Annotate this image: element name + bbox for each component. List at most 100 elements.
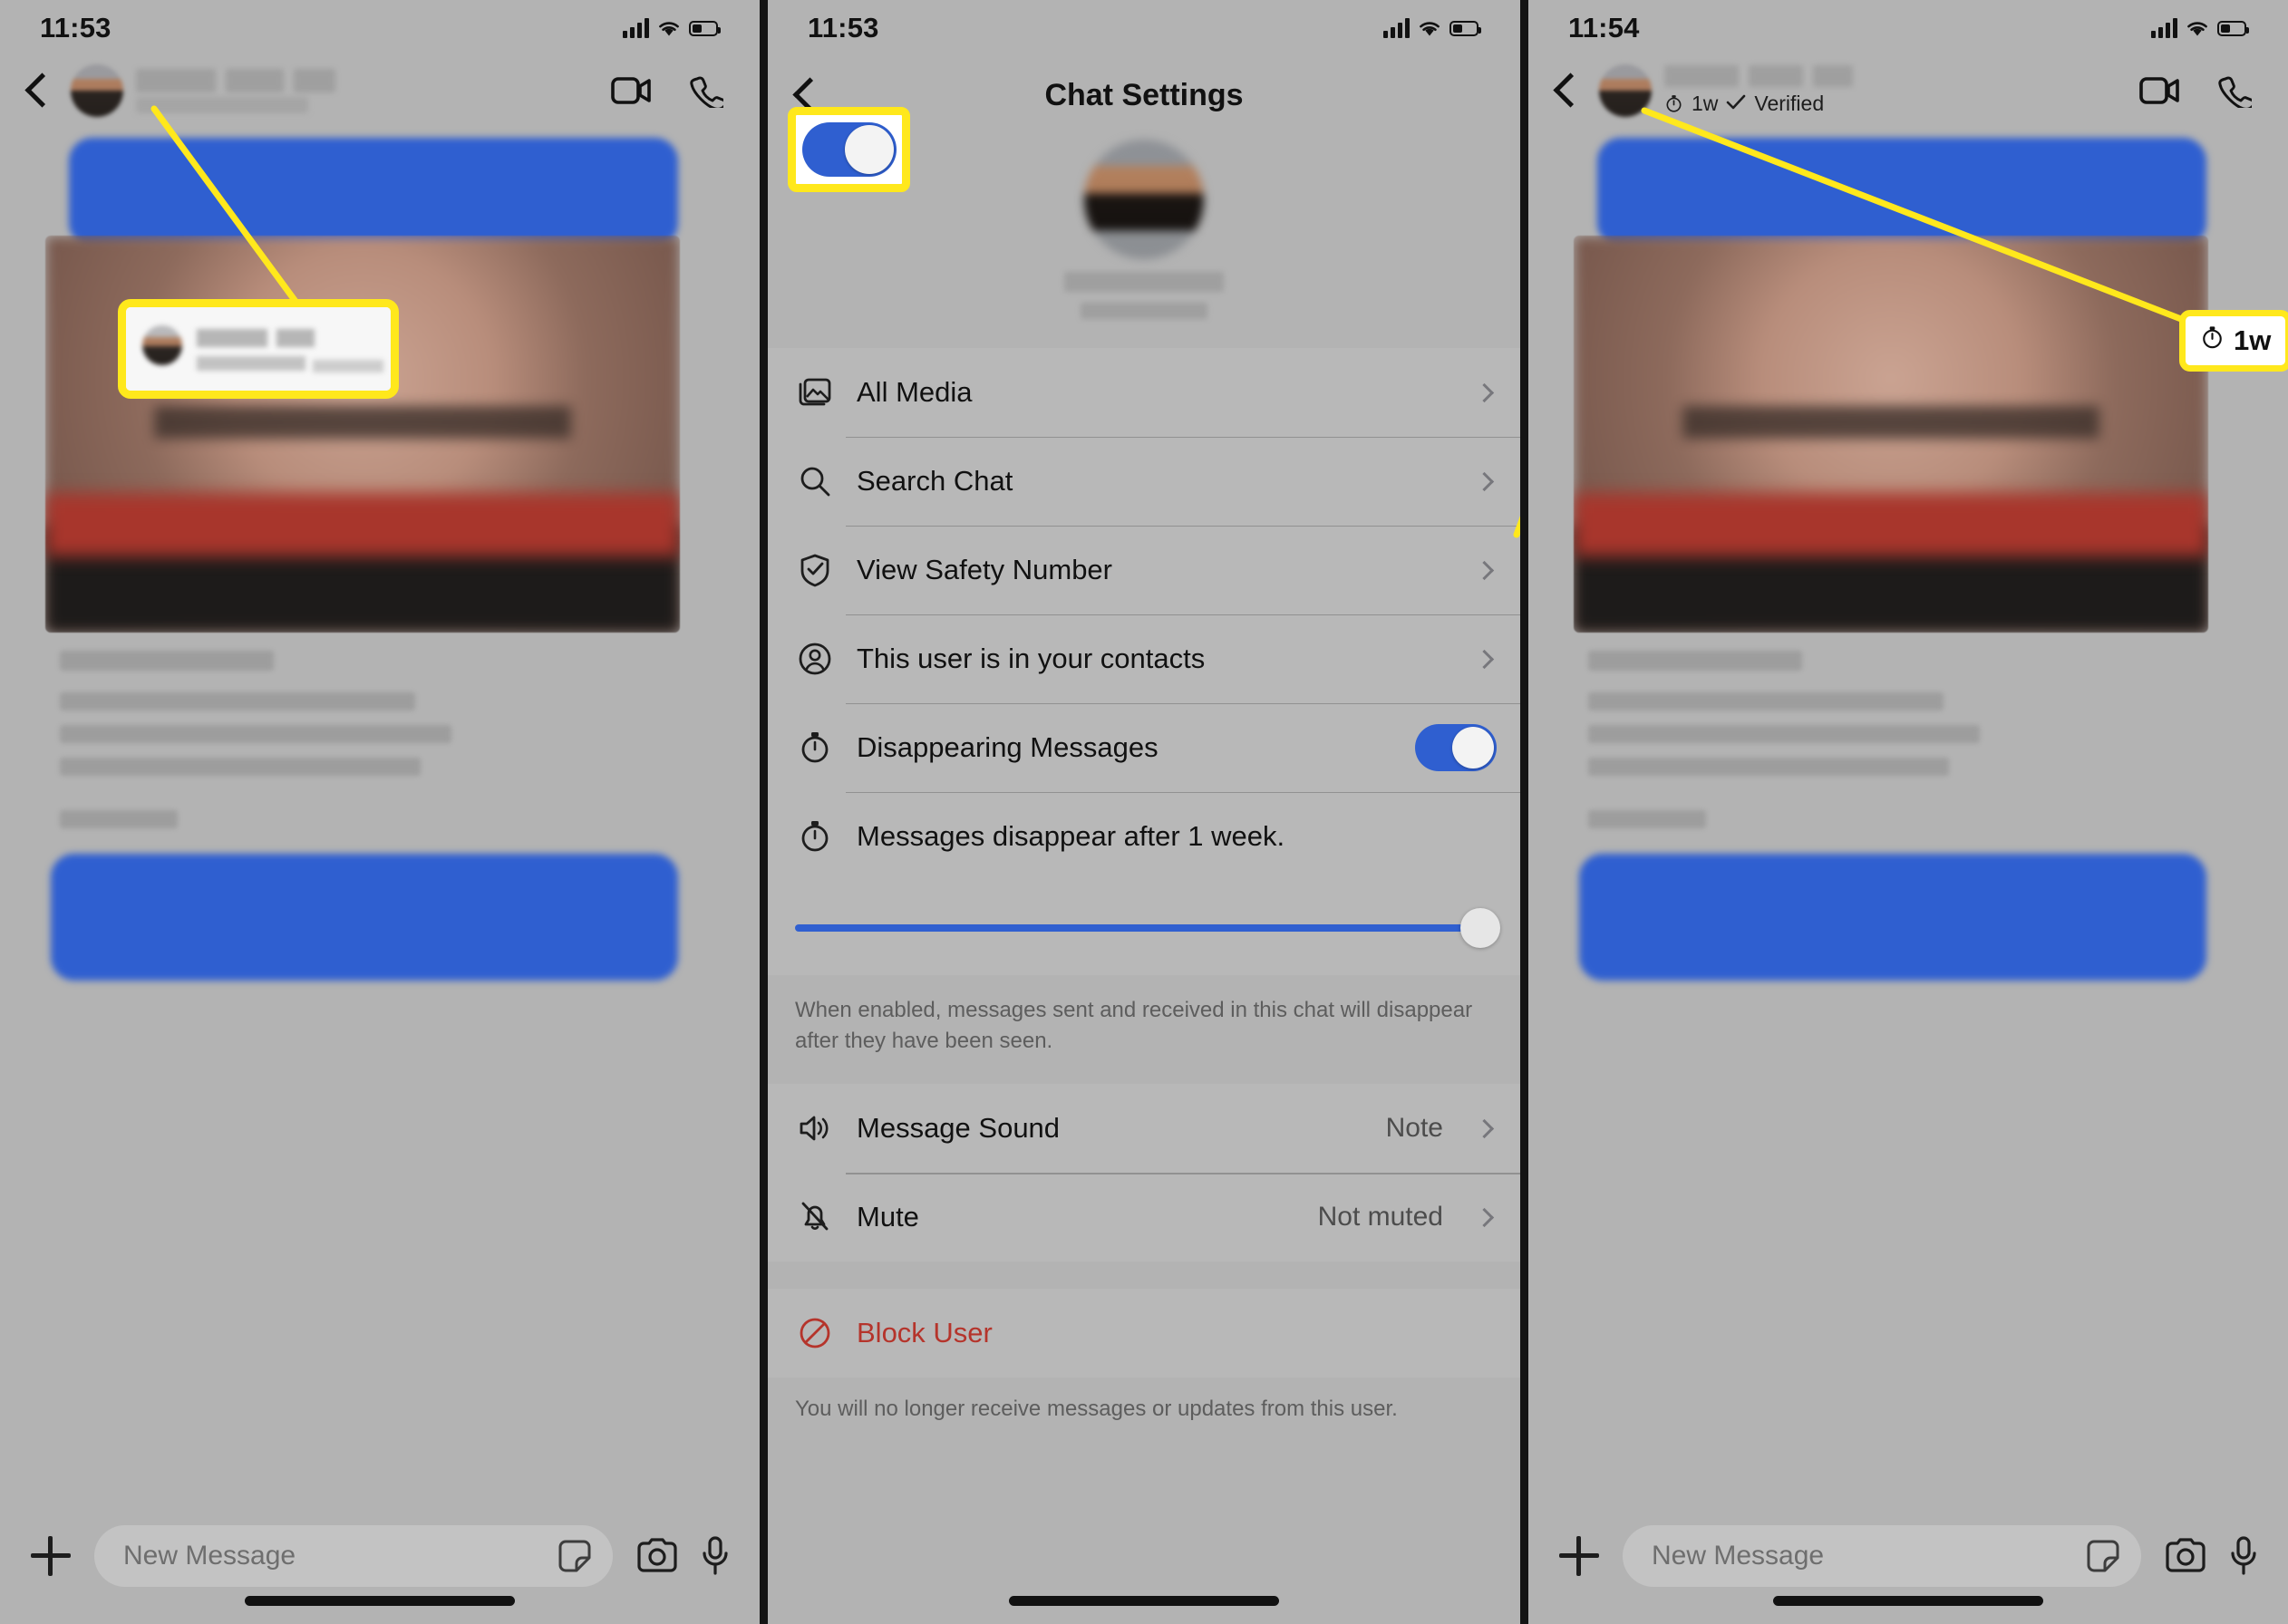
- settings-row-all-media[interactable]: All Media: [768, 348, 1520, 437]
- panel-divider: [760, 0, 768, 1624]
- back-chevron-icon[interactable]: [20, 70, 56, 111]
- contact-name-redacted: [1664, 65, 1853, 87]
- settings-row-label: This user is in your contacts: [857, 643, 1206, 674]
- chevron-right-icon: [1474, 649, 1495, 669]
- back-chevron-icon[interactable]: [1548, 70, 1585, 111]
- settings-row-value: Note: [1385, 1113, 1443, 1144]
- cellular-signal-icon: [1383, 18, 1410, 38]
- three-panel-screenshot: 11:53 New Message 11:53 Chat Settings Al…: [0, 0, 2288, 1624]
- nav-actions: [611, 73, 723, 108]
- sticker-icon[interactable]: [2085, 1538, 2121, 1574]
- shield-check-icon: [795, 550, 835, 590]
- message-text-line: [1588, 651, 1802, 671]
- settings-section-primary: All Media Search Chat View Safety Number: [768, 348, 1520, 975]
- magnifier-icon: [795, 461, 835, 501]
- message-text-line: [60, 725, 451, 743]
- callout-timer-badge: 1w: [2179, 310, 2288, 372]
- video-camera-icon[interactable]: [611, 75, 653, 106]
- panel-divider: [1520, 0, 1528, 1624]
- stopwatch-icon: [795, 817, 835, 856]
- battery-icon: [1449, 20, 1481, 36]
- settings-row-mute[interactable]: Mute Not muted: [768, 1173, 1520, 1262]
- block-user-footnote: You will no longer receive messages or u…: [795, 1397, 1398, 1422]
- stopwatch-icon: [795, 728, 835, 768]
- verified-label: Verified: [1754, 92, 1825, 115]
- disappear-duration-slider-row: [768, 881, 1520, 975]
- settings-row-contact-status[interactable]: This user is in your contacts: [768, 614, 1520, 703]
- settings-row-disappearing-messages[interactable]: Disappearing Messages: [768, 703, 1520, 792]
- settings-row-search-chat[interactable]: Search Chat: [768, 437, 1520, 526]
- phone-icon[interactable]: [689, 73, 723, 108]
- message-bubble-outgoing: [1579, 854, 2206, 981]
- contact-header[interactable]: 1w Verified: [1599, 64, 2125, 117]
- check-icon: [1726, 92, 1746, 116]
- sticker-icon[interactable]: [557, 1538, 593, 1574]
- contact-name-redacted: [136, 68, 335, 113]
- message-photo-attachment[interactable]: [45, 236, 680, 633]
- message-input[interactable]: New Message: [94, 1525, 613, 1587]
- settings-row-message-sound[interactable]: Message Sound Note: [768, 1084, 1520, 1173]
- wifi-icon: [1418, 19, 1441, 37]
- camera-icon[interactable]: [636, 1538, 678, 1574]
- callout-toggle: [801, 122, 897, 177]
- callout-magnified-header: [118, 299, 399, 399]
- settings-row-view-safety-number[interactable]: View Safety Number: [768, 526, 1520, 614]
- message-bubble-outgoing: [69, 138, 678, 246]
- chevron-right-icon: [1474, 560, 1495, 580]
- status-clock: 11:53: [40, 12, 111, 44]
- plus-icon[interactable]: [31, 1536, 71, 1576]
- slider-knob[interactable]: [1460, 908, 1500, 948]
- status-clock: 11:53: [808, 12, 879, 44]
- settings-section-notifications: Message Sound Note Mute Not muted: [768, 1084, 1520, 1262]
- disappear-duration-slider[interactable]: [795, 908, 1500, 948]
- disappearing-timer-label: 1w: [1692, 92, 1719, 115]
- message-text-line: [60, 692, 415, 710]
- settings-row-label: All Media: [857, 376, 973, 408]
- settings-row-label: View Safety Number: [857, 554, 1112, 585]
- wifi-icon: [2186, 19, 2209, 37]
- message-input[interactable]: New Message: [1623, 1525, 2141, 1587]
- contact-header[interactable]: [71, 64, 596, 117]
- settings-row-disappear-duration: Messages disappear after 1 week.: [768, 792, 1520, 881]
- message-text-line: [60, 810, 178, 828]
- settings-section-danger: Block User: [768, 1289, 1520, 1378]
- stopwatch-icon: [2200, 324, 2225, 357]
- status-clock: 11:54: [1568, 12, 1640, 44]
- panel-chat-after: 11:54 1w Verified New Message 1w: [1528, 0, 2288, 1624]
- contact-subtitle: 1w Verified: [1664, 92, 1853, 116]
- message-text-line: [1588, 758, 1949, 776]
- video-camera-icon[interactable]: [2139, 75, 2181, 106]
- phone-icon[interactable]: [2217, 73, 2252, 108]
- plus-icon[interactable]: [1559, 1536, 1599, 1576]
- person-circle-icon: [795, 639, 835, 679]
- chat-nav-bar: [0, 56, 760, 125]
- message-text-line: [1588, 810, 1706, 828]
- avatar: [1599, 64, 1652, 117]
- settings-row-label: Message Sound: [857, 1112, 1061, 1145]
- microphone-icon[interactable]: [2230, 1536, 2257, 1576]
- settings-row-block-user[interactable]: Block User: [768, 1289, 1520, 1378]
- settings-row-label: Messages disappear after 1 week.: [857, 820, 1285, 852]
- settings-row-label: Block User: [857, 1317, 993, 1349]
- microphone-icon[interactable]: [702, 1536, 729, 1576]
- camera-icon[interactable]: [2165, 1538, 2206, 1574]
- callout-toggle-highlight: [788, 107, 910, 192]
- profile-subtitle-redacted: [1081, 303, 1207, 319]
- avatar[interactable]: [1084, 140, 1204, 259]
- status-icons: [623, 18, 721, 38]
- callout-timer-label: 1w: [2234, 324, 2272, 356]
- photo-stack-icon: [795, 372, 835, 412]
- chevron-right-icon: [1474, 471, 1495, 491]
- cellular-signal-icon: [623, 18, 649, 38]
- message-photo-attachment[interactable]: [1574, 236, 2208, 633]
- message-input-placeholder: New Message: [1652, 1541, 1825, 1571]
- home-indicator: [1773, 1596, 2043, 1606]
- cellular-signal-icon: [2151, 18, 2177, 38]
- disappearing-messages-toggle[interactable]: [1415, 724, 1497, 771]
- settings-row-value: Not muted: [1317, 1202, 1443, 1232]
- settings-row-label: Search Chat: [857, 465, 1013, 497]
- chat-body: New Message: [1528, 125, 2288, 1624]
- message-bubble-outgoing: [1597, 138, 2206, 246]
- status-bar: 11:54: [1528, 0, 2288, 56]
